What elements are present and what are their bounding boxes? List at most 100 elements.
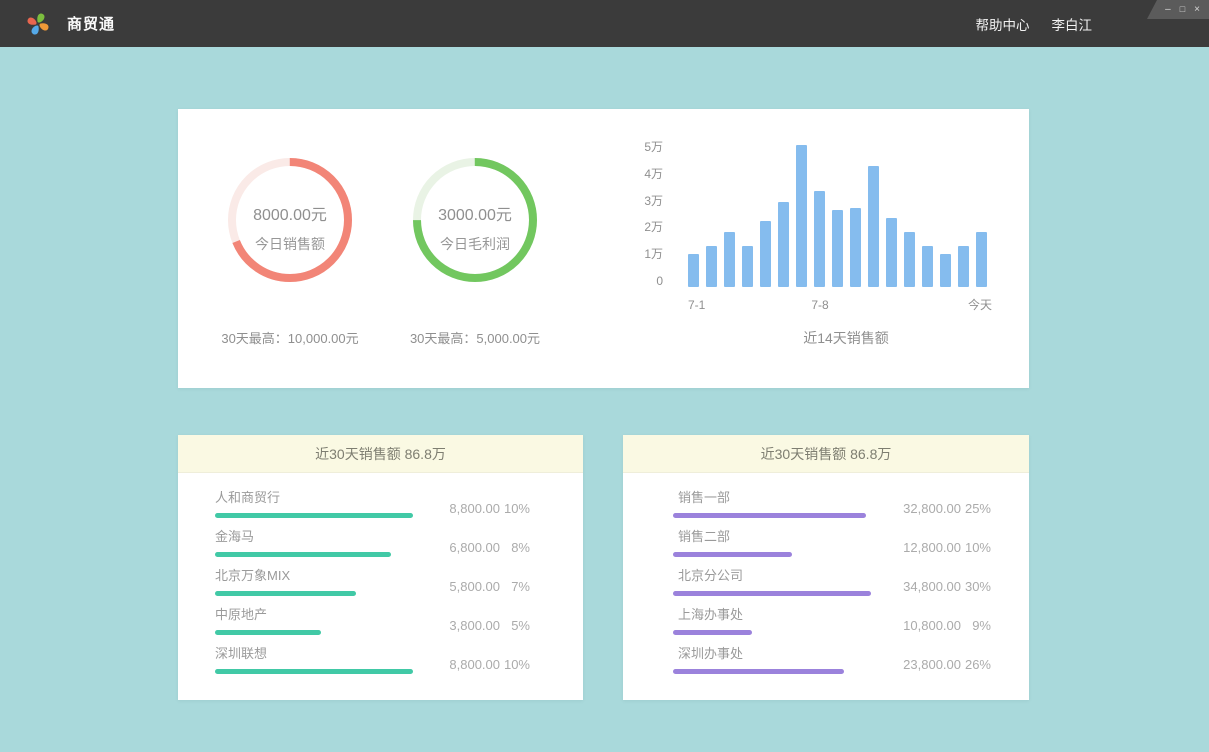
today-sales-value: 8000.00元 [253,201,327,225]
titlebar: 商贸通 帮助中心 李白江 – □ × [0,0,1209,47]
list-item: 中原地产3,800.005% [215,606,530,635]
row-percent: 30% [961,579,991,594]
daily-sales-bar [778,202,789,287]
department-sales-card: 近30天销售额 86.8万 销售一部32,800.0025% 销售二部12,800… [623,435,1029,700]
customer-list: 人和商贸行8,800.0010% 金海马6,800.008% 北京万象MIX5,80… [178,473,583,674]
row-values: 6,800.008% [420,540,530,555]
daily-sales-bar [886,218,897,287]
row-percent: 26% [961,657,991,672]
row-amount: 8,800.00 [420,657,500,672]
daily-sales-bar [940,254,951,287]
row-bar [215,552,391,557]
row-amount: 8,800.00 [420,501,500,516]
row-percent: 10% [961,540,991,555]
daily-sales-bar [760,221,771,287]
row-values: 34,800.0030% [881,579,991,594]
bar-chart-title: 近14天销售额 [746,328,946,348]
row-bar [215,669,413,674]
row-percent: 10% [500,657,530,672]
daily-sales-bar [814,191,825,287]
x-tick-middle: 7-8 [790,298,850,312]
minimize-button[interactable]: – [1165,0,1171,19]
daily-sales-bar [742,246,753,287]
row-values: 5,800.007% [420,579,530,594]
y-tick: 1万 [644,247,663,261]
app-logo-icon [24,10,52,38]
row-percent: 9% [961,618,991,633]
row-bar [673,513,866,518]
row-bar [215,513,413,518]
daily-sales-bar [706,246,717,287]
row-percent: 25% [961,501,991,516]
y-tick: 4万 [644,167,663,181]
customer-card-title: 近30天销售额 86.8万 [178,435,583,473]
customer-sales-card: 近30天销售额 86.8万 人和商贸行8,800.0010% 金海马6,800.0… [178,435,583,700]
row-amount: 10,800.00 [881,618,961,633]
row-bar [673,630,752,635]
row-bar [215,630,321,635]
list-item: 北京分公司34,800.0030% [673,567,991,596]
row-amount: 6,800.00 [420,540,500,555]
row-amount: 3,800.00 [420,618,500,633]
row-bar [673,591,871,596]
row-percent: 7% [500,579,530,594]
list-item: 深圳联想8,800.0010% [215,645,530,674]
daily-sales-bar [958,246,969,287]
maximize-button[interactable]: □ [1180,0,1185,19]
y-tick: 3万 [644,194,663,208]
list-item: 上海办事处10,800.009% [673,606,991,635]
x-tick-end: 今天 [932,298,992,312]
list-item: 北京万象MIX5,800.007% [215,567,530,596]
row-values: 10,800.009% [881,618,991,633]
row-values: 8,800.0010% [420,501,530,516]
list-item: 金海马6,800.008% [215,528,530,557]
daily-sales-bar [850,208,861,287]
row-values: 12,800.0010% [881,540,991,555]
row-values: 8,800.0010% [420,657,530,672]
row-amount: 34,800.00 [881,579,961,594]
y-tick: 0 [656,274,663,288]
row-bar [673,552,792,557]
daily-sales-bar [724,232,735,287]
row-percent: 10% [500,501,530,516]
today-profit-label: 今日毛利润 [440,234,510,254]
bar-chart-bars [688,137,993,287]
row-values: 3,800.005% [420,618,530,633]
daily-sales-bar [796,145,807,287]
list-item: 人和商贸行8,800.0010% [215,489,530,518]
row-values: 23,800.0026% [881,657,991,672]
daily-sales-bar [832,210,843,287]
row-amount: 32,800.00 [881,501,961,516]
list-item: 销售二部12,800.0010% [673,528,991,557]
department-card-title: 近30天销售额 86.8万 [623,435,1029,473]
window-controls: – □ × [1147,0,1209,19]
app-title: 商贸通 [67,13,115,34]
today-profit-ring: 3000.00元 今日毛利润 30天最高：5,000.00元 [365,157,585,347]
username[interactable]: 李白江 [1052,14,1093,34]
today-profit-value: 3000.00元 [438,201,512,225]
daily-sales-bar [868,166,879,287]
department-list: 销售一部32,800.0025% 销售二部12,800.0010% 北京分公司34,… [623,473,1029,674]
row-bar [215,591,356,596]
daily-sales-bar [976,232,987,287]
list-item: 深圳办事处23,800.0026% [673,645,991,674]
row-percent: 5% [500,618,530,633]
row-bar [673,669,844,674]
bar-chart-yticks: 5万 4万 3万 2万 1万 0 [598,109,663,309]
row-amount: 12,800.00 [881,540,961,555]
profit-30d-max: 30天最高：5,000.00元 [365,328,585,347]
row-values: 32,800.0025% [881,501,991,516]
row-percent: 8% [500,540,530,555]
y-tick: 2万 [644,220,663,234]
y-tick: 5万 [644,140,663,154]
row-amount: 23,800.00 [881,657,961,672]
summary-card: 8000.00元 今日销售额 30天最高：10,000.00元 3000.00元… [178,109,1029,388]
row-amount: 5,800.00 [420,579,500,594]
x-tick-start: 7-1 [688,298,705,312]
list-item: 销售一部32,800.0025% [673,489,991,518]
today-sales-label: 今日销售额 [255,234,325,254]
daily-sales-bar [688,254,699,287]
help-center-link[interactable]: 帮助中心 [976,14,1030,34]
daily-sales-bar [922,246,933,287]
close-button[interactable]: × [1194,0,1200,19]
